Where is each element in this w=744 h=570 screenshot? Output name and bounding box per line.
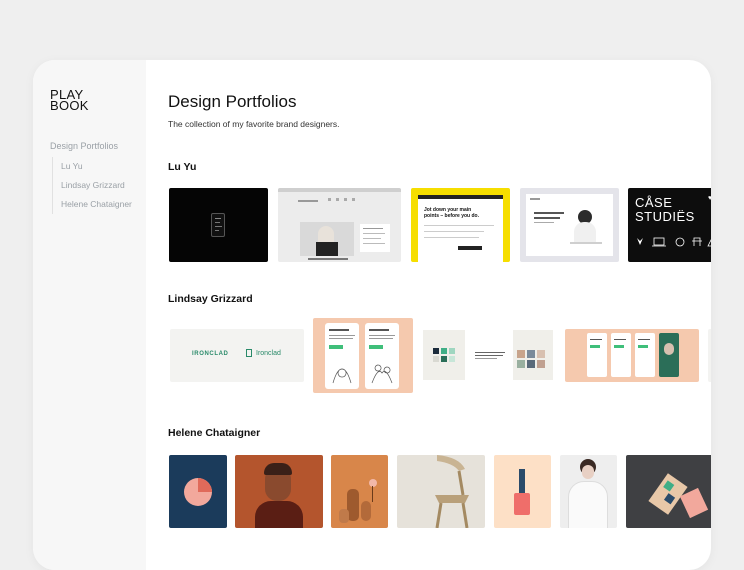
circle-icon — [675, 237, 685, 247]
section-title-lindsay-grizzard: Lindsay Grizzard — [168, 293, 253, 305]
desk-icon — [707, 239, 711, 247]
lu-yu-thumb-1[interactable] — [169, 188, 268, 262]
lindsay-thumb-2[interactable] — [313, 318, 413, 393]
section-title-helene-chataigner: Helene Chataigner — [168, 427, 261, 439]
chair-icon — [692, 237, 702, 246]
main-content: Design Portfolios The collection of my f… — [168, 60, 711, 570]
helene-thumb-6[interactable] — [560, 455, 617, 528]
sidebar-item-lu-yu[interactable]: Lu Yu — [61, 157, 132, 176]
phone-mockup-right — [365, 323, 399, 389]
case-studies-line-1: CÅSE — [635, 195, 673, 210]
lu-yu-thumb-2[interactable] — [278, 188, 401, 262]
sidebar-nav-title[interactable]: Design Portfolios — [50, 141, 118, 151]
phone-mockup-left — [325, 323, 359, 389]
portrait-photo — [300, 222, 354, 256]
page-subtitle: The collection of my favorite brand desi… — [168, 119, 340, 129]
pie-graphic — [184, 478, 212, 506]
playbook-logo[interactable]: PLAY BOOK — [50, 88, 89, 113]
helene-thumb-3[interactable] — [331, 455, 388, 528]
sidebar: PLAY BOOK Design Portfolios Lu Yu Lindsa… — [33, 60, 146, 570]
helene-thumb-2[interactable] — [235, 455, 323, 528]
ironclad-mark-icon — [246, 349, 252, 357]
case-studies-line-2: STUDIËS — [635, 209, 695, 224]
logo-line-2: BOOK — [50, 98, 89, 113]
yellow-thumb-heading: Jot down your main points – before you d… — [424, 207, 480, 219]
lindsay-thumb-4[interactable] — [565, 329, 699, 382]
app-window: PLAY BOOK Design Portfolios Lu Yu Lindsa… — [33, 60, 711, 570]
lindsay-thumb-3[interactable] — [421, 328, 555, 382]
case-studies-icons — [637, 237, 711, 247]
page-title: Design Portfolios — [168, 92, 297, 111]
heart-icon — [637, 238, 643, 245]
sidebar-nav-list: Lu Yu Lindsay Grizzard Helene Chataigner — [52, 157, 132, 214]
helene-thumb-4[interactable] — [397, 455, 485, 528]
ironclad-logo-a: IRONCLAD — [192, 351, 229, 357]
lu-yu-thumb-3[interactable]: Jot down your main points – before you d… — [411, 188, 510, 262]
chair-graphic — [435, 455, 469, 528]
helene-thumb-1[interactable] — [169, 455, 227, 528]
sidebar-item-helene-chataigner[interactable]: Helene Chataigner — [61, 195, 132, 214]
lindsay-thumb-1[interactable]: IRONCLAD Ironclad — [170, 329, 304, 382]
ironclad-logo-b: Ironclad — [256, 350, 281, 357]
heart-badge-icon: ♥ — [708, 195, 711, 202]
section-title-lu-yu: Lu Yu — [168, 161, 197, 173]
sidebar-item-lindsay-grizzard[interactable]: Lindsay Grizzard — [61, 176, 132, 195]
phone-mockup — [211, 213, 225, 237]
helene-thumb-7[interactable] — [626, 455, 711, 528]
laptop-icon — [653, 237, 665, 246]
lu-yu-thumb-5[interactable]: CÅSE STUDIËS ♥ — [628, 188, 711, 262]
lindsay-thumb-5[interactable] — [708, 329, 711, 382]
lu-yu-thumb-4[interactable] — [520, 188, 619, 262]
case-studies-title: CÅSE STUDIËS — [635, 196, 695, 224]
helene-thumb-5[interactable] — [494, 455, 551, 528]
